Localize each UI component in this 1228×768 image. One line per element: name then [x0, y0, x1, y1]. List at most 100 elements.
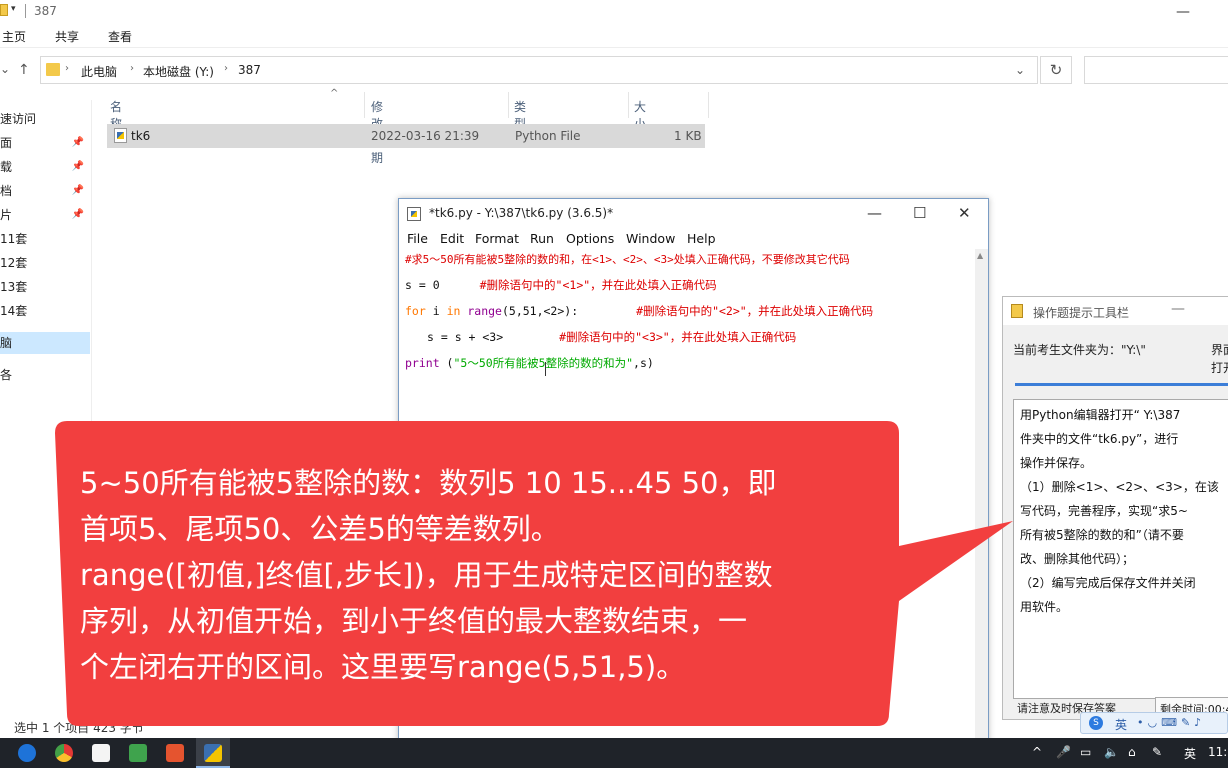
tab-home[interactable]: 主页: [2, 28, 26, 45]
task-line: 写代码，完善程序，实现“求5~: [1020, 504, 1188, 518]
task-line: 改、删除其他代码）；: [1020, 552, 1135, 566]
quick-access-dropdown-icon[interactable]: ▾: [11, 4, 16, 14]
pin-icon: 📌: [71, 185, 84, 196]
ribbon-tabs: 主页 共享 查看: [0, 24, 1228, 48]
nav-item-network[interactable]: 各: [0, 364, 90, 386]
nav-item-12[interactable]: 12套: [0, 252, 90, 274]
idle-titlebar: *tk6.py - Y:\387\tk6.py (3.6.5)* — ☐ ✕: [399, 199, 988, 229]
ime-logo-icon[interactable]: S: [1089, 716, 1103, 730]
nav-item-13[interactable]: 13套: [0, 276, 90, 298]
file-type: Python File: [515, 129, 581, 143]
menu-window[interactable]: Window: [626, 231, 675, 246]
tab-share[interactable]: 共享: [55, 28, 79, 45]
menu-format[interactable]: Format: [475, 231, 519, 246]
task-line: 所有被5整除的数的和”（请不要: [1020, 528, 1184, 542]
menu-run[interactable]: Run: [530, 231, 554, 246]
nav-item-label: 面: [0, 136, 13, 150]
minimize-icon[interactable]: —: [1171, 301, 1185, 317]
task-line: 用Python编辑器打开“ Y:\387: [1020, 408, 1181, 422]
code-line-3: for i in range(5,51,<2>): #删除语句中的"<2>"，并在…: [405, 303, 873, 319]
minimize-icon[interactable]: —: [867, 204, 882, 222]
menu-file[interactable]: File: [407, 231, 428, 246]
volume-icon[interactable]: 🔈: [1104, 745, 1119, 759]
chevron-right-icon[interactable]: ›: [130, 63, 134, 74]
chevron-right-icon[interactable]: ›: [65, 63, 69, 74]
nav-item-pictures[interactable]: 片 📌: [0, 204, 90, 226]
ime-language[interactable]: 英: [1115, 716, 1127, 733]
close-icon[interactable]: ✕: [958, 204, 971, 222]
refresh-button[interactable]: ↻: [1040, 56, 1072, 84]
ime-tools[interactable]: •◡⌨✎♪: [1137, 716, 1205, 729]
microphone-icon[interactable]: 🎤: [1056, 745, 1071, 759]
nav-item-label: 速访问: [0, 112, 37, 126]
task-line: （2）编写完成后保存文件并关闭: [1020, 576, 1196, 590]
file-row-tk6[interactable]: tk6 2022-03-16 21:39 Python File 1 KB: [107, 124, 705, 148]
edge-browser-icon[interactable]: [18, 744, 36, 762]
nav-item-label: 12套: [0, 256, 28, 270]
nav-item-label: 档: [0, 184, 13, 198]
helper-app-icon: [1011, 304, 1023, 318]
code-line-1: #求5～50所有能被5整除的数的和，在<1>、<2>、<3>处填入正确代码，不要…: [405, 253, 850, 266]
nav-item-this-pc[interactable]: 脑: [0, 332, 90, 354]
column-divider[interactable]: [628, 92, 629, 118]
idle-menubar: File Edit Format Run Options Window Help: [399, 229, 988, 249]
annotation-line: 5~50所有能被5整除的数：数列5 10 15...45 50，即: [80, 466, 777, 500]
tray-overflow-icon[interactable]: ^: [1032, 745, 1042, 759]
ime-toolbar[interactable]: S 英 •◡⌨✎♪: [1080, 712, 1228, 734]
code-text: s = s + <3>: [427, 330, 504, 344]
nav-item-14[interactable]: 14套: [0, 300, 90, 322]
explorer-minimize-icon[interactable]: —: [1176, 4, 1190, 20]
document-app-icon[interactable]: [92, 744, 110, 762]
maximize-icon[interactable]: ☐: [913, 204, 926, 222]
task-line: 用软件。: [1020, 600, 1069, 614]
column-divider[interactable]: [508, 92, 509, 118]
code-line-5: print ("5～50所有能被5整除的数的和为",s): [405, 355, 654, 371]
tray-input-language[interactable]: 英: [1184, 745, 1196, 762]
breadcrumb-this-pc[interactable]: 此电脑: [81, 63, 117, 80]
green-app-icon[interactable]: [129, 744, 147, 762]
notification-icon[interactable]: ⌂: [1128, 745, 1136, 759]
open-interface-button[interactable]: 界面 打开: [1211, 341, 1228, 377]
clock[interactable]: 11:: [1208, 745, 1227, 759]
code-comment: #删除语句中的"<2>"，并在此处填入正确代码: [636, 304, 874, 318]
code-keyword: for: [405, 304, 426, 318]
code-comment: #删除语句中的"<3>"，并在此处填入正确代码: [559, 330, 797, 344]
nav-item-downloads[interactable]: 载 📌: [0, 156, 90, 178]
search-input[interactable]: [1084, 56, 1228, 84]
folder-icon: [0, 4, 8, 16]
address-row: ⌄ ↑ › 此电脑 › 本地磁盘 (Y:) › 387 ⌄ ↻: [0, 54, 1228, 86]
file-size: 1 KB: [674, 129, 702, 143]
breadcrumb-387[interactable]: 387: [238, 63, 261, 77]
recent-locations-icon[interactable]: ⌄: [0, 62, 10, 76]
chrome-browser-icon[interactable]: [55, 744, 73, 762]
code-builtin: print: [405, 356, 440, 370]
chevron-down-icon[interactable]: ⌄: [1015, 63, 1025, 77]
nav-item-quick-access[interactable]: 速访问: [0, 108, 90, 130]
code-string: "5～50所有能被5整除的数的和为": [453, 356, 634, 370]
title-separator: [25, 4, 26, 18]
nav-item-11[interactable]: 11套: [0, 228, 90, 250]
menu-options[interactable]: Options: [566, 231, 614, 246]
menu-edit[interactable]: Edit: [440, 231, 464, 246]
chevron-right-icon[interactable]: ›: [224, 63, 228, 74]
address-bar[interactable]: › 此电脑 › 本地磁盘 (Y:) › 387 ⌄: [40, 56, 1038, 84]
column-divider[interactable]: [364, 92, 365, 118]
column-divider[interactable]: [708, 92, 709, 118]
nav-item-desktop[interactable]: 面 📌: [0, 132, 90, 154]
explorer-window-title: 387: [34, 4, 57, 18]
python-idle-icon[interactable]: [204, 744, 222, 762]
menu-help[interactable]: Help: [687, 231, 716, 246]
red-app-icon[interactable]: [166, 744, 184, 762]
pen-icon[interactable]: ✎: [1152, 745, 1162, 759]
tab-view[interactable]: 查看: [108, 28, 132, 45]
breadcrumb-local-disk[interactable]: 本地磁盘 (Y:): [143, 63, 214, 80]
code-text: s = 0: [405, 278, 440, 292]
folder-icon: [46, 63, 60, 76]
file-date: 2022-03-16 21:39: [371, 129, 480, 143]
file-name: tk6: [131, 129, 151, 143]
up-arrow-icon[interactable]: ↑: [18, 62, 30, 78]
network-icon[interactable]: ▭: [1080, 745, 1091, 759]
scroll-up-icon[interactable]: ▲: [977, 251, 983, 260]
exam-helper-panel: 操作题提示工具栏 — 当前考生文件夹为："Y:\" 界面 打开 用Python编…: [1002, 296, 1228, 720]
nav-item-documents[interactable]: 档 📌: [0, 180, 90, 202]
